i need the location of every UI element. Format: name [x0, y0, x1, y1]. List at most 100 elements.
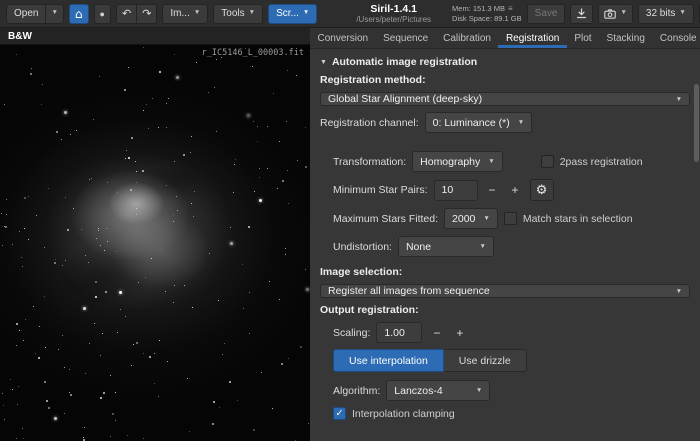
minus-icon: − — [433, 326, 440, 340]
twopass-checkbox[interactable] — [541, 155, 554, 168]
home-button[interactable]: ⌂ — [69, 4, 89, 24]
image-processing-label: Im... — [170, 8, 189, 19]
use-interpolation-button[interactable]: Use interpolation — [333, 349, 444, 372]
undo-redo-group: ↶ ↷ — [116, 4, 157, 24]
chevron-down-icon: ▼ — [51, 10, 57, 17]
method-value: Global Star Alignment (deep-sky) — [328, 93, 482, 105]
registration-panel: ▼ Automatic image registration Registrat… — [310, 49, 700, 441]
min-pairs-increment-button[interactable]: + — [507, 180, 524, 201]
use-drizzle-button[interactable]: Use drizzle — [444, 349, 527, 372]
main-toolbar: Open ▼ ⌂ ● ↶ ↷ Im...▼ Tools▼ Scr...▼ Sir… — [0, 0, 700, 28]
app-name: Siril-1.4.1 — [356, 3, 431, 15]
record-icon: ● — [100, 9, 105, 19]
image-selection-value: Register all images from sequence — [328, 285, 490, 297]
tab-console[interactable]: Console — [652, 28, 700, 48]
method-label: Registration method: — [320, 74, 690, 86]
scaling-decrement-button[interactable]: − — [428, 322, 445, 343]
tab-registration[interactable]: Registration — [498, 28, 566, 48]
image-canvas[interactable]: r_IC5146_L_00003.fit — [0, 45, 310, 441]
tab-label: Console — [660, 33, 697, 44]
undistortion-label: Undistortion: — [333, 241, 392, 253]
open-button[interactable]: Open — [6, 4, 46, 24]
tab-sequence[interactable]: Sequence — [376, 28, 436, 48]
processing-panel: Conversion Sequence Calibration Registra… — [310, 28, 700, 441]
open-recent-dropdown[interactable]: ▼ — [46, 4, 63, 24]
algorithm-label: Algorithm: — [333, 385, 380, 397]
channel-bar[interactable]: B&W — [0, 28, 310, 45]
chevron-down-icon: ▼ — [518, 119, 524, 126]
save-button[interactable]: Save — [527, 4, 566, 24]
tools-menu[interactable]: Tools▼ — [213, 4, 263, 24]
registration-channel-dropdown[interactable]: 0: Luminance (*) ▼ — [425, 112, 532, 133]
tab-stacking[interactable]: Stacking — [599, 28, 652, 48]
image-filename: r_IC5146_L_00003.fit — [202, 48, 304, 58]
use-drizzle-label: Use drizzle — [459, 355, 511, 367]
chevron-down-icon: ▼ — [488, 158, 494, 165]
snapshot-button[interactable]: ▼ — [598, 4, 632, 24]
interpolation-clamping-label: Interpolation clamping — [352, 408, 455, 420]
expander-arrow-icon: ▼ — [320, 59, 327, 66]
image-selection-dropdown[interactable]: Register all images from sequence ▼ — [320, 284, 690, 298]
image-processing-menu[interactable]: Im... ▼ — [162, 4, 208, 24]
registration-method-dropdown[interactable]: Global Star Alignment (deep-sky) ▼ — [320, 92, 690, 106]
max-stars-dropdown[interactable]: 2000 ▼ — [444, 208, 498, 229]
tab-plot[interactable]: Plot — [567, 28, 599, 48]
min-pairs-decrement-button[interactable]: − — [484, 180, 501, 201]
channel-select-label: Registration channel: — [320, 117, 419, 129]
auto-registration-expander[interactable]: ▼ Automatic image registration — [320, 56, 690, 68]
open-button-label: Open — [14, 8, 38, 19]
chevron-down-icon: ▼ — [679, 10, 685, 17]
algorithm-value: Lanczos-4 — [394, 385, 442, 397]
algorithm-dropdown[interactable]: Lanczos-4 ▼ — [386, 380, 490, 401]
chevron-down-icon: ▼ — [194, 10, 200, 17]
tab-label: Plot — [574, 33, 591, 44]
method-options-group: Transformation: Homography ▼ 2pass regis… — [333, 151, 690, 257]
disk-space: Disk Space: 89.1 GB — [452, 14, 522, 23]
chevron-down-icon: ▼ — [483, 215, 489, 222]
undo-button[interactable]: ↶ — [116, 4, 137, 24]
tab-conversion[interactable]: Conversion — [310, 28, 376, 48]
redo-button[interactable]: ↷ — [137, 4, 157, 24]
system-stats: Mem: 151.3 MB≡ Disk Space: 89.1 GB — [452, 4, 522, 23]
tab-label: Calibration — [443, 33, 491, 44]
channel-value: 0: Luminance (*) — [433, 117, 510, 129]
expander-label: Automatic image registration — [332, 56, 477, 68]
download-icon — [576, 8, 587, 19]
min-star-pairs-entry[interactable]: 10 — [434, 180, 478, 201]
bit-depth-label: 32 bits — [646, 8, 675, 19]
match-stars-label: Match stars in selection — [523, 213, 633, 225]
star-detection-settings-button[interactable]: ⚙ — [530, 179, 554, 201]
spacer — [320, 139, 690, 145]
scaling-entry[interactable]: 1.00 — [376, 322, 422, 343]
scrollbar-thumb[interactable] — [694, 84, 699, 162]
camera-icon — [604, 9, 616, 19]
save-as-button[interactable] — [570, 4, 593, 24]
image-viewer-panel: B&W r_IC5146_L_00003.fit — [0, 28, 310, 441]
scaling-increment-button[interactable]: + — [451, 322, 468, 343]
chevron-down-icon: ▼ — [480, 243, 486, 250]
transformation-dropdown[interactable]: Homography ▼ — [412, 151, 503, 172]
tab-label: Conversion — [318, 33, 369, 44]
save-button-label: Save — [535, 8, 558, 19]
min-star-pairs-label: Minimum Star Pairs: — [333, 184, 428, 196]
window-title: Siril-1.4.1 /Users/peter/Pictures — [356, 3, 431, 24]
interpolation-clamping-checkbox[interactable]: ✓ — [333, 407, 346, 420]
memory-usage: Mem: 151.3 MB — [452, 4, 505, 13]
scaling-value: 1.00 — [384, 327, 404, 339]
memory-menu-icon[interactable]: ≡ — [508, 4, 513, 14]
home-icon: ⌂ — [75, 7, 83, 21]
undistortion-dropdown[interactable]: None ▼ — [398, 236, 494, 257]
scripts-label: Scr... — [276, 8, 299, 19]
tab-bar: Conversion Sequence Calibration Registra… — [310, 28, 700, 49]
plus-icon: + — [512, 183, 519, 197]
chevron-down-icon: ▼ — [476, 387, 482, 394]
twopass-label: 2pass registration — [560, 156, 643, 168]
livestack-button[interactable]: ● — [94, 4, 111, 24]
tab-calibration[interactable]: Calibration — [436, 28, 499, 48]
match-stars-checkbox[interactable] — [504, 212, 517, 225]
tab-label: Registration — [506, 33, 559, 44]
redo-icon: ↷ — [142, 7, 151, 20]
resampling-toggle-group: Use interpolation Use drizzle — [333, 349, 690, 372]
scripts-menu[interactable]: Scr...▼ — [268, 4, 317, 24]
bit-depth-dropdown[interactable]: 32 bits ▼ — [638, 4, 694, 24]
